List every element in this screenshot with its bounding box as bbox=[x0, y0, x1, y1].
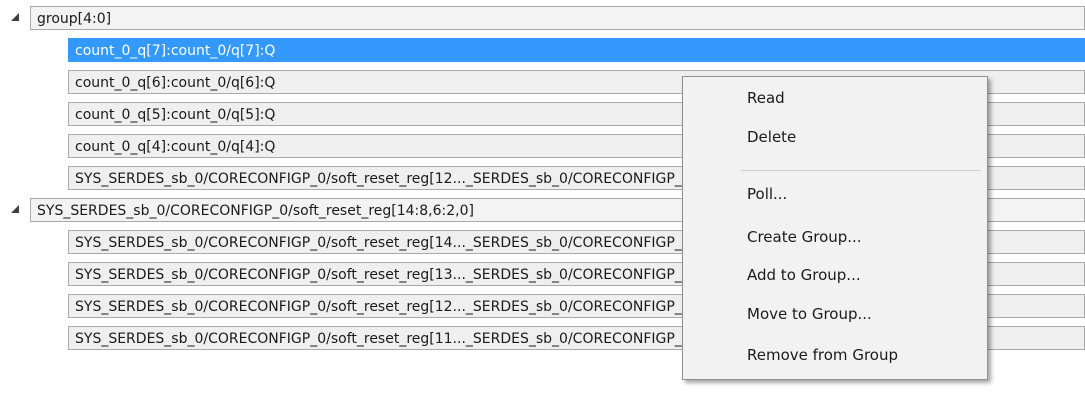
tree-signal-row[interactable]: count_0_q[7]:count_0/q[7]:Q bbox=[0, 34, 1085, 66]
expanded-triangle-icon[interactable] bbox=[10, 204, 20, 214]
menu-item-delete[interactable]: Delete bbox=[747, 122, 796, 152]
menu-item-create-group[interactable]: Create Group... bbox=[747, 222, 862, 252]
menu-item-remove-from-group[interactable]: Remove from Group bbox=[747, 340, 898, 370]
group-label: group[4:0] bbox=[30, 6, 1085, 30]
expanded-triangle-icon[interactable] bbox=[10, 12, 20, 22]
context-menu: Read Delete Poll... Create Group... Add … bbox=[682, 76, 988, 380]
menu-separator bbox=[741, 170, 981, 171]
menu-item-poll[interactable]: Poll... bbox=[747, 179, 787, 209]
menu-item-move-to-group[interactable]: Move to Group... bbox=[747, 299, 872, 329]
menu-item-read[interactable]: Read bbox=[747, 83, 785, 113]
signal-label: count_0_q[7]:count_0/q[7]:Q bbox=[68, 38, 1085, 62]
tree-group-row[interactable]: group[4:0] bbox=[0, 2, 1085, 34]
menu-item-add-to-group[interactable]: Add to Group... bbox=[747, 260, 861, 290]
